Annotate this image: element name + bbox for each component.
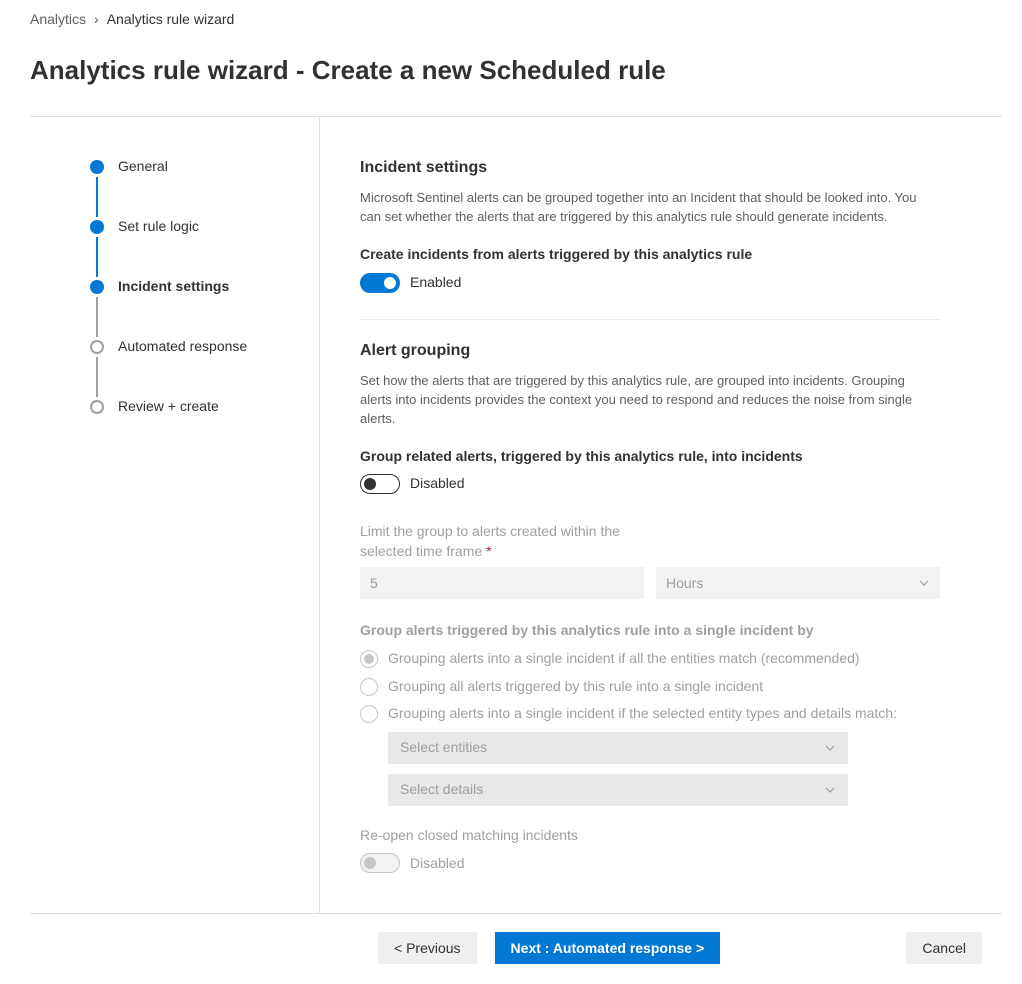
reopen-toggle[interactable]	[360, 853, 400, 873]
step-label: Set rule logic	[118, 217, 199, 237]
alert-grouping-heading: Alert grouping	[360, 340, 940, 362]
step-circle-icon	[90, 160, 104, 174]
select-details-dropdown[interactable]: Select details	[388, 774, 848, 806]
breadcrumb-parent[interactable]: Analytics	[30, 10, 86, 30]
radio-icon	[360, 705, 378, 723]
radio-all-alerts[interactable]: Grouping all alerts triggered by this ru…	[360, 677, 940, 697]
group-by-label: Group alerts triggered by this analytics…	[360, 621, 940, 641]
breadcrumb-current: Analytics rule wizard	[107, 10, 235, 30]
step-review-create[interactable]: Review + create	[90, 397, 319, 417]
step-circle-icon	[90, 220, 104, 234]
step-set-rule-logic[interactable]: Set rule logic	[90, 217, 319, 237]
wizard-footer: < Previous Next : Automated response > C…	[30, 913, 1002, 964]
radio-label: Grouping alerts into a single incident i…	[388, 649, 860, 669]
chevron-down-icon	[918, 577, 930, 589]
page-title: Analytics rule wizard - Create a new Sch…	[30, 52, 1002, 88]
chevron-down-icon	[824, 742, 836, 754]
reopen-label: Re-open closed matching incidents	[360, 826, 940, 846]
chevron-down-icon	[824, 784, 836, 796]
step-label: Review + create	[118, 397, 219, 417]
group-related-toggle-state: Disabled	[410, 474, 464, 494]
step-automated-response[interactable]: Automated response	[90, 337, 319, 357]
create-incidents-label: Create incidents from alerts triggered b…	[360, 245, 940, 265]
cancel-button[interactable]: Cancel	[906, 932, 982, 964]
limit-timeframe-unit-select[interactable]: Hours	[656, 567, 940, 599]
group-related-label: Group related alerts, triggered by this …	[360, 447, 940, 467]
group-related-toggle[interactable]	[360, 474, 400, 494]
select-entities-dropdown[interactable]: Select entities	[388, 732, 848, 764]
radio-icon	[360, 650, 378, 668]
incident-settings-heading: Incident settings	[360, 157, 940, 179]
step-general[interactable]: General	[90, 157, 319, 177]
radio-label: Grouping all alerts triggered by this ru…	[388, 677, 763, 697]
radio-icon	[360, 678, 378, 696]
step-label: Automated response	[118, 337, 247, 357]
wizard-steps-sidebar: General Set rule logic Incident settings…	[30, 117, 320, 913]
step-circle-icon	[90, 280, 104, 294]
step-circle-icon	[90, 340, 104, 354]
chevron-right-icon: ›	[94, 10, 99, 30]
next-button[interactable]: Next : Automated response >	[495, 932, 721, 964]
radio-label: Grouping alerts into a single incident i…	[388, 704, 897, 724]
limit-timeframe-value-input[interactable]: 5	[360, 567, 644, 599]
wizard-content: Incident settings Microsoft Sentinel ale…	[320, 117, 1002, 913]
alert-grouping-description: Set how the alerts that are triggered by…	[360, 372, 920, 429]
reopen-toggle-state: Disabled	[410, 854, 464, 874]
radio-selected-entity-types[interactable]: Grouping alerts into a single incident i…	[360, 704, 940, 724]
step-circle-icon	[90, 400, 104, 414]
step-incident-settings[interactable]: Incident settings	[90, 277, 319, 297]
create-incidents-toggle-state: Enabled	[410, 273, 461, 293]
previous-button[interactable]: < Previous	[378, 932, 477, 964]
breadcrumb: Analytics › Analytics rule wizard	[30, 10, 1002, 30]
section-divider	[360, 319, 940, 320]
step-label: General	[118, 157, 168, 177]
limit-timeframe-label: Limit the group to alerts created within…	[360, 522, 640, 561]
incident-settings-description: Microsoft Sentinel alerts can be grouped…	[360, 189, 920, 227]
step-label: Incident settings	[118, 277, 229, 297]
create-incidents-toggle[interactable]	[360, 273, 400, 293]
radio-entities-match[interactable]: Grouping alerts into a single incident i…	[360, 649, 940, 669]
